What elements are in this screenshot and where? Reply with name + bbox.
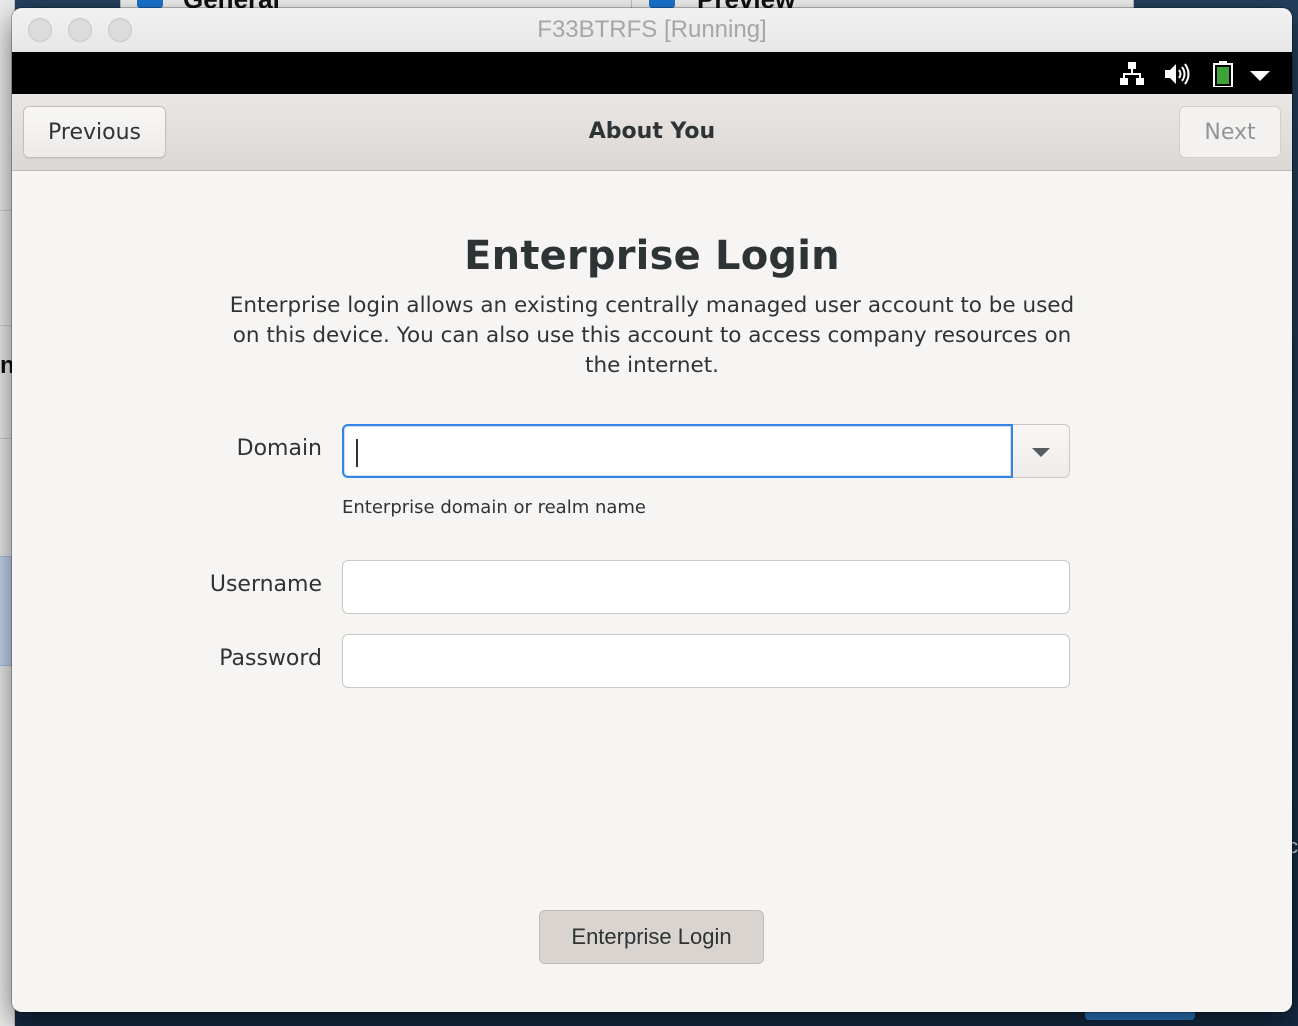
system-menu-arrow-icon[interactable] (1250, 68, 1270, 87)
domain-combobox[interactable] (342, 424, 1070, 478)
gnome-top-bar (12, 52, 1292, 94)
window-title: F33BTRFS [Running] (537, 16, 767, 43)
host-tab-icon (137, 0, 163, 8)
username-input[interactable] (342, 560, 1070, 614)
host-tab-icon (649, 0, 675, 8)
battery-icon[interactable] (1212, 61, 1234, 91)
page-heading: Enterprise Login (464, 233, 840, 279)
text-cursor (356, 439, 358, 467)
vm-titlebar[interactable]: F33BTRFS [Running] (12, 8, 1292, 53)
domain-input[interactable] (342, 424, 1013, 478)
page-title: About You (588, 119, 716, 144)
domain-hint: Enterprise domain or realm name (342, 497, 646, 518)
network-icon[interactable] (1119, 61, 1145, 91)
vm-window: F33BTRFS [Running] Previous About You Ne… (12, 8, 1292, 1012)
page-description: Enterprise login allows an existing cent… (229, 293, 1075, 378)
volume-icon[interactable] (1163, 61, 1191, 91)
next-button[interactable]: Next (1179, 106, 1281, 158)
chevron-down-icon (1032, 448, 1050, 457)
username-label: Username (209, 572, 322, 597)
enterprise-login-page: Enterprise Login Enterprise login allows… (12, 171, 1292, 1012)
domain-dropdown-button[interactable] (1013, 424, 1070, 478)
password-label: Password (219, 646, 322, 671)
enterprise-login-button[interactable]: Enterprise Login (539, 910, 764, 964)
domain-label: Domain (236, 436, 322, 461)
setup-header-bar: Previous About You Next (12, 94, 1292, 171)
password-input[interactable] (342, 634, 1070, 688)
